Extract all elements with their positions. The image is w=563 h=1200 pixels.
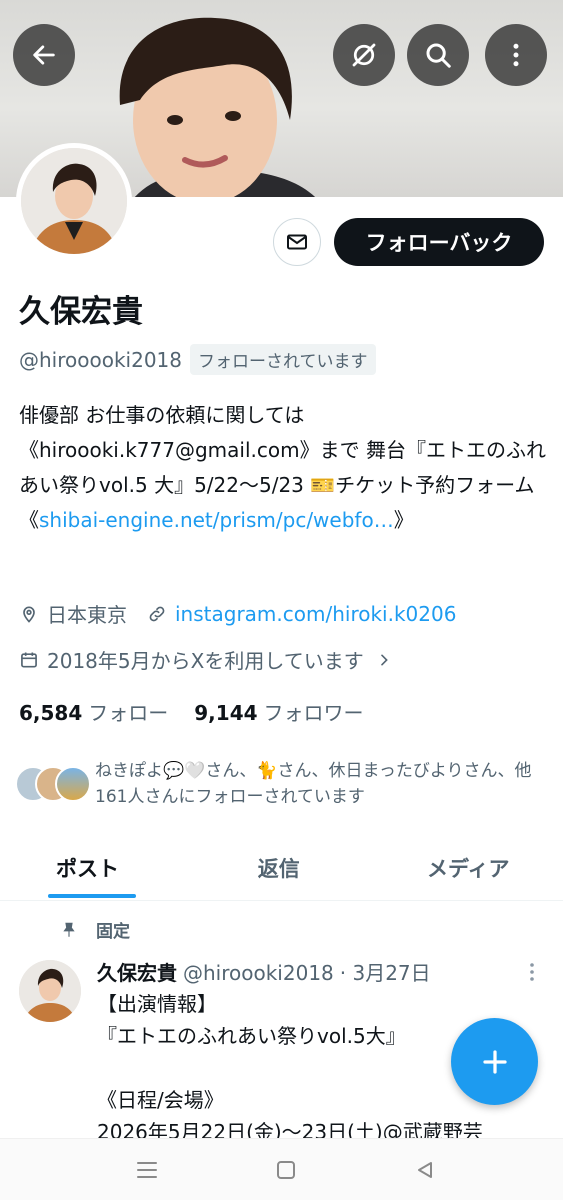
post-header: 久保宏貴 @hiroooki2018 · 3月27日 [97, 957, 431, 986]
plus-icon [482, 1049, 507, 1074]
avatar [55, 766, 91, 802]
system-nav-bar [0, 1138, 563, 1200]
back-nav-button[interactable] [412, 1157, 438, 1183]
recents-button[interactable] [134, 1157, 160, 1183]
follow-back-button[interactable]: フォローバック [334, 218, 544, 266]
envelope-icon [287, 234, 307, 250]
profile-name: 久保宏貴 [19, 294, 143, 330]
more-button[interactable] [485, 24, 547, 86]
compose-button[interactable] [451, 1018, 538, 1105]
search-icon [426, 43, 451, 68]
avatar-photo [19, 960, 81, 1022]
rate-limit-button[interactable] [333, 24, 395, 86]
chevron-right-icon [376, 652, 392, 668]
following-count[interactable]: 6,584 フォロー [19, 697, 168, 726]
profile-tabs: ポスト 返信 メディア [0, 835, 563, 901]
tab-replies[interactable]: 返信 [184, 835, 374, 900]
follows-you-badge: フォローされています [190, 344, 376, 375]
followed-by-avatars [15, 766, 95, 806]
handle-row: @hirooooki2018 フォローされています [19, 344, 376, 375]
location-text: 日本東京 [47, 603, 127, 627]
profile-avatar[interactable] [16, 143, 132, 259]
link-icon [147, 604, 167, 624]
post-more-button[interactable] [525, 960, 539, 988]
no-tint-icon [352, 43, 376, 67]
follow-counts: 6,584 フォロー 9,144 フォロワー [19, 697, 364, 726]
triangle-back-icon [418, 1162, 432, 1178]
bio-link[interactable]: shibai-engine.net/prism/pc/webfo… [39, 508, 394, 532]
pinned-label-row: 固定 [60, 917, 130, 942]
joined-text: 2018年5月からXを利用しています [47, 649, 364, 673]
back-button[interactable] [13, 24, 75, 86]
message-button[interactable] [273, 218, 321, 266]
calendar-icon [19, 650, 39, 670]
more-vertical-icon [513, 43, 519, 67]
post-avatar[interactable] [19, 960, 81, 1022]
pinned-label: 固定 [96, 922, 130, 942]
menu-icon [137, 1162, 157, 1178]
tab-media[interactable]: メディア [374, 835, 563, 900]
location-icon [19, 604, 39, 624]
pin-icon [60, 920, 78, 940]
website-link[interactable]: instagram.com/hiroki.k0206 [175, 602, 456, 626]
post-date[interactable]: · 3月27日 [340, 957, 431, 986]
location-website-row: 日本東京 instagram.com/hiroki.k0206 [19, 599, 456, 628]
search-button[interactable] [407, 24, 469, 86]
joined-row[interactable]: 2018年5月からXを利用しています [19, 645, 400, 674]
post-author[interactable]: 久保宏貴 [97, 957, 177, 986]
tab-posts[interactable]: ポスト [0, 835, 184, 900]
profile-bio: 俳優部 お仕事の依頼に関しては《hiroooki.k777@gmail.com》… [19, 398, 549, 538]
post-handle[interactable]: @hiroooki2018 [183, 961, 334, 985]
banner-photo [119, 17, 315, 197]
bio-text-end: 》 [393, 508, 414, 532]
home-button[interactable] [273, 1157, 299, 1183]
arrow-left-icon [33, 45, 55, 65]
more-vertical-icon [530, 963, 534, 981]
followed-by-text: ねきぽよ💬🤍さん、🐈さん、休日まったびよりさん、他161人さんにフォローされてい… [95, 761, 532, 807]
profile-handle: @hirooooki2018 [19, 347, 182, 372]
followers-count[interactable]: 9,144 フォロワー [194, 697, 363, 726]
square-icon [277, 1161, 295, 1179]
avatar-photo [21, 148, 127, 254]
